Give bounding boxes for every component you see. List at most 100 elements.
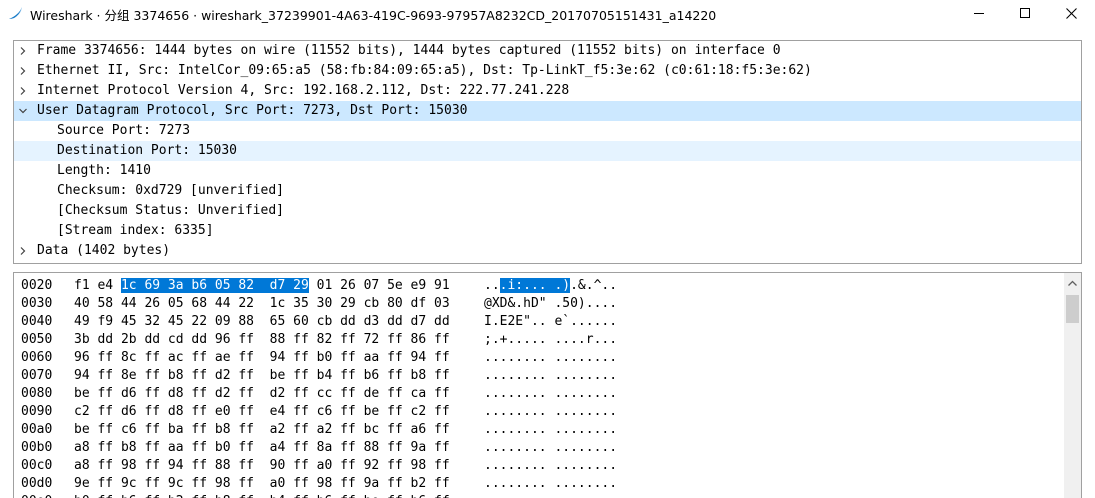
- tree-row[interactable]: Data (1402 bytes): [14, 241, 1081, 261]
- hex-bytes[interactable]: f1 e4 1c 69 3a b6 05 82 d7 29 01 26 07 5…: [74, 277, 450, 295]
- hex-offset: 0030: [21, 296, 53, 311]
- ascii-text-part: .&.^..: [570, 278, 618, 293]
- ascii-text[interactable]: I.E2E".. e`......: [484, 313, 617, 331]
- tree-row[interactable]: Ethernet II, Src: IntelCor_09:65:a5 (58:…: [14, 61, 1081, 81]
- hex-bytes[interactable]: be ff c6 ff ba ff b8 ff a2 ff a2 ff bc f…: [74, 421, 450, 439]
- chevron-right-icon[interactable]: [18, 61, 28, 81]
- tree-row-label: User Datagram Protocol, Src Port: 7273, …: [37, 103, 468, 118]
- hex-row[interactable]: 00d0 9e ff 9c ff 9c ff 98 ff a0 ff 98 ff …: [14, 475, 1064, 493]
- ascii-text-part: ........ ........: [484, 386, 618, 401]
- tree-row-label: Frame 3374656: 1444 bytes on wire (11552…: [37, 43, 781, 58]
- maximize-icon: [1020, 8, 1030, 18]
- ascii-text-part: ........ ........: [484, 476, 618, 491]
- hex-offset: 00b0: [21, 440, 53, 455]
- hex-bytes-text: a8 ff b8 ff aa ff b0 ff a4 ff 8a ff 88 f…: [74, 440, 450, 455]
- hex-row[interactable]: 0020 f1 e4 1c 69 3a b6 05 82 d7 29 01 26 …: [14, 277, 1064, 295]
- chevron-right-icon[interactable]: [18, 41, 28, 61]
- hex-bytes[interactable]: c2 ff d6 ff d8 ff e0 ff e4 ff c6 ff be f…: [74, 403, 450, 421]
- ascii-text[interactable]: ........ ........: [484, 349, 617, 367]
- tree-row[interactable]: User Datagram Protocol, Src Port: 7273, …: [14, 101, 1081, 121]
- hex-bytes[interactable]: 94 ff 8e ff b8 ff d2 ff be ff b4 ff b6 f…: [74, 367, 450, 385]
- ascii-text[interactable]: ........ ........: [484, 385, 617, 403]
- hex-bytes[interactable]: 49 f9 45 32 45 22 09 88 65 60 cb dd d3 d…: [74, 313, 450, 331]
- packet-bytes-pane[interactable]: 0020 f1 e4 1c 69 3a b6 05 82 d7 29 01 26 …: [13, 272, 1082, 498]
- hex-bytes[interactable]: 3b dd 2b dd cd dd 96 ff 88 ff 82 ff 72 f…: [74, 331, 450, 349]
- hex-row[interactable]: 0090 c2 ff d6 ff d8 ff e0 ff e4 ff c6 ff …: [14, 403, 1064, 421]
- ascii-text[interactable]: ........ ........: [484, 403, 617, 421]
- ascii-text[interactable]: ........ ........: [484, 439, 617, 457]
- hex-bytes[interactable]: b0 ff b6 ff b2 ff b8 ff b4 ff b6 ff be f…: [74, 493, 450, 498]
- tree-row[interactable]: Internet Protocol Version 4, Src: 192.16…: [14, 81, 1081, 101]
- wireshark-fin-icon: [8, 6, 24, 20]
- tree-row[interactable]: Source Port: 7273: [14, 121, 1081, 141]
- hex-offset: 00a0: [21, 422, 53, 437]
- hex-row[interactable]: 00b0 a8 ff b8 ff aa ff b0 ff a4 ff 8a ff …: [14, 439, 1064, 457]
- ascii-text-part: ........ ........: [484, 440, 618, 455]
- hex-row[interactable]: 0040 49 f9 45 32 45 22 09 88 65 60 cb dd …: [14, 313, 1064, 331]
- hex-offset: 0070: [21, 368, 53, 383]
- hex-bytes-text: 3b dd 2b dd cd dd 96 ff 88 ff 82 ff 72 f…: [74, 332, 450, 347]
- chevron-right-icon[interactable]: [18, 241, 28, 261]
- chevron-right-icon[interactable]: [18, 81, 28, 101]
- hex-offset: 0080: [21, 386, 53, 401]
- hex-offset: 0040: [21, 314, 53, 329]
- hex-bytes[interactable]: a8 ff 98 ff 94 ff 88 ff 90 ff a0 ff 92 f…: [74, 457, 450, 475]
- ascii-text-part: ..: [484, 278, 500, 293]
- hex-bytes[interactable]: 40 58 44 26 05 68 44 22 1c 35 30 29 cb 8…: [74, 295, 450, 313]
- title-bar[interactable]: Wireshark · 分组 3374656 · wireshark_37239…: [0, 0, 1095, 26]
- hex-row[interactable]: 0060 96 ff 8c ff ac ff ae ff 94 ff b0 ff …: [14, 349, 1064, 367]
- tree-row[interactable]: [Checksum Status: Unverified]: [14, 201, 1081, 221]
- hex-bytes-text: f1 e4: [74, 278, 121, 293]
- hex-bytes-text: be ff d6 ff d8 ff d2 ff d2 ff cc ff de f…: [74, 386, 450, 401]
- scroll-up-button[interactable]: [1064, 275, 1081, 292]
- hex-offset: 0020: [21, 278, 53, 293]
- close-button[interactable]: [1048, 0, 1094, 26]
- hex-offset: 0090: [21, 404, 53, 419]
- tree-row-label: [Checksum Status: Unverified]: [57, 203, 284, 218]
- minimize-button[interactable]: [956, 0, 1002, 26]
- tree-row[interactable]: Checksum: 0xd729 [unverified]: [14, 181, 1081, 201]
- packet-details-tree[interactable]: Frame 3374656: 1444 bytes on wire (11552…: [13, 40, 1082, 264]
- window-title: Wireshark · 分组 3374656 · wireshark_37239…: [30, 8, 717, 23]
- hex-bytes-text: 01 26 07 5e e9 91: [308, 278, 450, 293]
- hex-bytes[interactable]: be ff d6 ff d8 ff d2 ff d2 ff cc ff de f…: [74, 385, 450, 403]
- ascii-text[interactable]: ........ ........: [484, 457, 617, 475]
- hex-bytes-text: c2 ff d6 ff d8 ff e0 ff e4 ff c6 ff be f…: [74, 404, 450, 419]
- tree-row[interactable]: Destination Port: 15030: [14, 141, 1081, 161]
- hex-offset: 0060: [21, 350, 53, 365]
- ascii-text[interactable]: ;.+..... ....r...: [484, 331, 617, 349]
- hex-row[interactable]: 00a0 be ff c6 ff ba ff b8 ff a2 ff a2 ff …: [14, 421, 1064, 439]
- ascii-text[interactable]: ...i:... .).&.^..: [484, 277, 617, 295]
- hex-bytes[interactable]: 96 ff 8c ff ac ff ae ff 94 ff b0 ff aa f…: [74, 349, 450, 367]
- scrollbar-thumb[interactable]: [1066, 295, 1079, 323]
- chevron-down-icon[interactable]: [18, 101, 28, 121]
- hex-row[interactable]: 0080 be ff d6 ff d8 ff d2 ff d2 ff cc ff …: [14, 385, 1064, 403]
- tree-row-label: Ethernet II, Src: IntelCor_09:65:a5 (58:…: [37, 63, 812, 78]
- ascii-text[interactable]: ........ ........: [484, 421, 617, 439]
- tree-row-label: Source Port: 7273: [57, 123, 191, 138]
- ascii-text-part: ........ ........: [484, 404, 618, 419]
- hex-row[interactable]: 00c0 a8 ff 98 ff 94 ff 88 ff 90 ff a0 ff …: [14, 457, 1064, 475]
- tree-row[interactable]: Frame 3374656: 1444 bytes on wire (11552…: [14, 41, 1081, 61]
- ascii-text[interactable]: ........ ........: [484, 493, 617, 498]
- hex-row[interactable]: 0070 94 ff 8e ff b8 ff d2 ff be ff b4 ff …: [14, 367, 1064, 385]
- ascii-text[interactable]: @XD&.hD" .50)....: [484, 295, 617, 313]
- maximize-button[interactable]: [1002, 0, 1048, 26]
- chevron-up-icon: [1068, 280, 1077, 286]
- hex-bytes[interactable]: a8 ff b8 ff aa ff b0 ff a4 ff 8a ff 88 f…: [74, 439, 450, 457]
- hex-bytes-text: b0 ff b6 ff b2 ff b8 ff b4 ff b6 ff be f…: [74, 494, 450, 498]
- hex-row[interactable]: 0050 3b dd 2b dd cd dd 96 ff 88 ff 82 ff …: [14, 331, 1064, 349]
- hex-row[interactable]: 00e0 b0 ff b6 ff b2 ff b8 ff b4 ff b6 ff …: [14, 493, 1064, 498]
- hex-bytes[interactable]: 9e ff 9c ff 9c ff 98 ff a0 ff 98 ff 9a f…: [74, 475, 450, 493]
- ascii-text[interactable]: ........ ........: [484, 475, 617, 493]
- hex-bytes-text: 40 58 44 26 05 68 44 22 1c 35 30 29 cb 8…: [74, 296, 450, 311]
- vertical-scrollbar[interactable]: [1064, 273, 1081, 498]
- tree-row[interactable]: Length: 1410: [14, 161, 1081, 181]
- tree-row[interactable]: [Stream index: 6335]: [14, 221, 1081, 241]
- hex-row[interactable]: 0030 40 58 44 26 05 68 44 22 1c 35 30 29 …: [14, 295, 1064, 313]
- ascii-text[interactable]: ........ ........: [484, 367, 617, 385]
- ascii-text-part: ........ ........: [484, 350, 618, 365]
- ascii-text-part: @XD&.hD" .50)....: [484, 296, 618, 311]
- hex-bytes-text: 49 f9 45 32 45 22 09 88 65 60 cb dd d3 d…: [74, 314, 450, 329]
- hex-bytes-text: 9e ff 9c ff 9c ff 98 ff a0 ff 98 ff 9a f…: [74, 476, 450, 491]
